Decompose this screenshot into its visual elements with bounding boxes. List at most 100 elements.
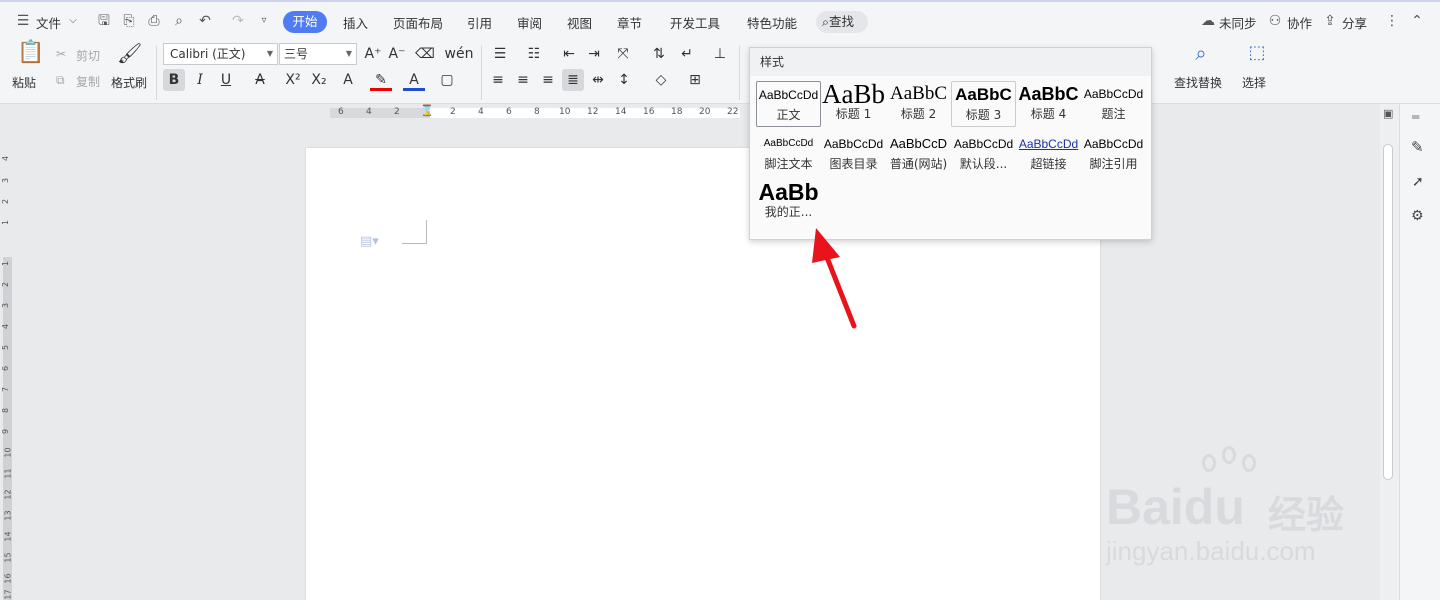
sync-status[interactable]: 未同步 bbox=[1219, 13, 1257, 32]
decrease-indent-icon[interactable]: ⇤ bbox=[558, 43, 580, 65]
tab-stops-icon[interactable]: ⊥ bbox=[709, 43, 731, 65]
chinese-layout-icon[interactable]: ⤧ bbox=[612, 43, 634, 65]
share-button[interactable]: 分享 bbox=[1342, 13, 1367, 32]
collapse-ribbon-icon[interactable]: ⌃ bbox=[1408, 12, 1426, 30]
font-name-value: Calibri (正文) bbox=[170, 47, 246, 61]
scroll-thumb[interactable] bbox=[1383, 144, 1393, 480]
export-icon[interactable]: ⎘ bbox=[120, 12, 138, 30]
tab-section[interactable]: 章节 bbox=[617, 13, 642, 32]
style-default-paragraph[interactable]: AaBbCcDd 默认段... bbox=[951, 131, 1016, 177]
edit-icon[interactable]: ✎ bbox=[1411, 138, 1424, 156]
phonetic-icon[interactable]: wén bbox=[444, 43, 474, 65]
file-menu[interactable]: 文件 bbox=[36, 13, 61, 32]
select-icon[interactable]: ⬚ bbox=[1246, 42, 1268, 70]
ruler-tick: 3 bbox=[1, 302, 11, 309]
vertical-scrollbar[interactable]: ▣ bbox=[1380, 104, 1399, 600]
underline-icon[interactable]: U bbox=[215, 69, 237, 91]
tab-home[interactable]: 开始 bbox=[283, 11, 327, 33]
cut-button[interactable]: 剪切 bbox=[76, 47, 100, 64]
ribbon-home: 📋 粘贴 ✂ 剪切 ⧉ 复制 🖌 格式刷 Calibri (正文) ▼ 三号 ▼ A… bbox=[0, 40, 1440, 104]
menu-icon[interactable]: ☰ bbox=[14, 12, 32, 30]
bullet-list-icon[interactable]: ☰ bbox=[489, 43, 511, 65]
ruler-tick: 10 bbox=[3, 447, 13, 458]
tab-special[interactable]: 特色功能 bbox=[747, 13, 797, 32]
undo-icon[interactable]: ↶ bbox=[196, 12, 214, 30]
font-size-select[interactable]: 三号 ▼ bbox=[279, 43, 357, 65]
subscript-icon[interactable]: X₂ bbox=[308, 69, 330, 91]
tab-developer[interactable]: 开发工具 bbox=[670, 13, 720, 32]
increase-indent-icon[interactable]: ⇥ bbox=[583, 43, 605, 65]
tab-insert[interactable]: 插入 bbox=[343, 13, 368, 32]
style-label: 标题 1 bbox=[835, 107, 872, 121]
style-table-of-figures[interactable]: AaBbCcDd 图表目录 bbox=[821, 131, 886, 177]
split-icon[interactable]: ▣ bbox=[1383, 107, 1393, 120]
numbered-list-icon[interactable]: ☷ bbox=[523, 43, 545, 65]
indent-marker-icon[interactable]: ⌛ bbox=[420, 104, 434, 117]
copy-icon: ⧉ bbox=[56, 73, 65, 87]
sort-icon[interactable]: ⇅ bbox=[648, 43, 670, 65]
tab-review[interactable]: 审阅 bbox=[517, 13, 542, 32]
shrink-font-icon[interactable]: A⁻ bbox=[386, 43, 408, 65]
shading-icon[interactable]: ◇ bbox=[650, 69, 672, 91]
search-button[interactable]: ⌕查找 bbox=[816, 11, 868, 33]
print-icon[interactable]: ⎙ bbox=[145, 12, 163, 30]
align-justify-icon[interactable]: ≣ bbox=[562, 69, 584, 91]
style-heading-2[interactable]: AaBbC 标题 2 bbox=[886, 81, 951, 127]
borders-icon[interactable]: ⊞ bbox=[684, 69, 706, 91]
style-footnote-text[interactable]: AaBbCcDd 脚注文本 bbox=[756, 131, 821, 177]
print-preview-icon[interactable]: ⌕ bbox=[170, 12, 188, 30]
paragraph-handle-icon[interactable]: ▤▾ bbox=[360, 234, 379, 249]
save-icon[interactable]: 🖫 bbox=[95, 12, 113, 30]
paragraph-mark-icon[interactable]: ↵ bbox=[676, 43, 698, 65]
horizontal-ruler[interactable]: 6 4 2 ⌛ 2 4 6 8 10 12 14 16 18 20 22 bbox=[0, 104, 1380, 122]
paste-icon[interactable]: 📋 bbox=[17, 42, 44, 70]
italic-icon[interactable]: I bbox=[189, 69, 211, 91]
align-left-icon[interactable]: ≡ bbox=[487, 69, 509, 91]
copy-button[interactable]: 复制 bbox=[76, 73, 100, 90]
paste-button[interactable]: 粘贴 bbox=[12, 74, 36, 91]
strikethrough-icon[interactable]: A bbox=[249, 69, 271, 91]
line-spacing-icon[interactable]: ↕ bbox=[613, 69, 635, 91]
tab-page-layout[interactable]: 页面布局 bbox=[393, 13, 443, 32]
text-effect-icon[interactable]: A bbox=[337, 69, 359, 91]
tab-view[interactable]: 视图 bbox=[567, 13, 592, 32]
ruler-tick: 6 bbox=[1, 365, 11, 372]
redo-icon[interactable]: ↷ bbox=[229, 12, 247, 30]
format-painter-button[interactable]: 格式刷 bbox=[111, 74, 147, 91]
clear-format-icon[interactable]: ⌫ bbox=[414, 43, 436, 65]
style-heading-1[interactable]: AaBb 标题 1 bbox=[821, 81, 886, 127]
settings-sliders-icon[interactable]: ⚙ bbox=[1411, 208, 1424, 224]
tab-references[interactable]: 引用 bbox=[467, 13, 492, 32]
style-footnote-reference[interactable]: AaBbCcDd 脚注引用 bbox=[1081, 131, 1146, 177]
align-center-icon[interactable]: ≡ bbox=[512, 69, 534, 91]
format-painter-icon[interactable]: 🖌 bbox=[117, 42, 142, 70]
style-heading-3[interactable]: AaBbC 标题 3 bbox=[951, 81, 1016, 127]
select-button[interactable]: 选择 bbox=[1242, 74, 1266, 91]
collab-button[interactable]: 协作 bbox=[1287, 13, 1312, 32]
styles-popup-title: 样式 bbox=[750, 48, 1151, 76]
more-icon[interactable]: ⋮ bbox=[1383, 12, 1401, 30]
style-my-normal[interactable]: AaBb 我的正... bbox=[756, 179, 821, 225]
distribute-icon[interactable]: ⇹ bbox=[587, 69, 609, 91]
style-normal-web[interactable]: AaBbCcD 普通(网站) bbox=[886, 131, 951, 177]
align-right-icon[interactable]: ≡ bbox=[537, 69, 559, 91]
find-replace-button[interactable]: 查找替换 bbox=[1174, 74, 1222, 91]
cursor-icon[interactable]: ➚ bbox=[1412, 174, 1424, 190]
superscript-icon[interactable]: X² bbox=[282, 69, 304, 91]
style-normal[interactable]: AaBbCcDd 正文 bbox=[756, 81, 821, 127]
char-border-icon[interactable]: ▢ bbox=[436, 69, 458, 91]
highlight-icon[interactable]: ✎ bbox=[370, 69, 392, 91]
font-color-icon[interactable]: A bbox=[403, 69, 425, 91]
panel-menu-icon[interactable]: ═ bbox=[1412, 110, 1419, 124]
bold-icon[interactable]: B bbox=[163, 69, 185, 91]
style-preview: AaBbCcD bbox=[889, 136, 948, 151]
style-hyperlink[interactable]: AaBbCcDd 超链接 bbox=[1016, 131, 1081, 177]
style-caption[interactable]: AaBbCcDd 题注 bbox=[1081, 81, 1146, 127]
vertical-ruler[interactable]: 4 3 2 1 1 2 3 4 5 6 7 8 9 10 11 12 13 14… bbox=[0, 122, 14, 600]
chevron-down-icon[interactable]: ⌵ bbox=[64, 12, 82, 30]
style-heading-4[interactable]: AaBbC 标题 4 bbox=[1016, 81, 1081, 127]
customize-icon[interactable]: ▿ bbox=[255, 12, 273, 30]
find-replace-icon[interactable]: ⌕ bbox=[1190, 42, 1212, 70]
grow-font-icon[interactable]: A⁺ bbox=[362, 43, 384, 65]
font-name-select[interactable]: Calibri (正文) ▼ bbox=[163, 43, 278, 65]
